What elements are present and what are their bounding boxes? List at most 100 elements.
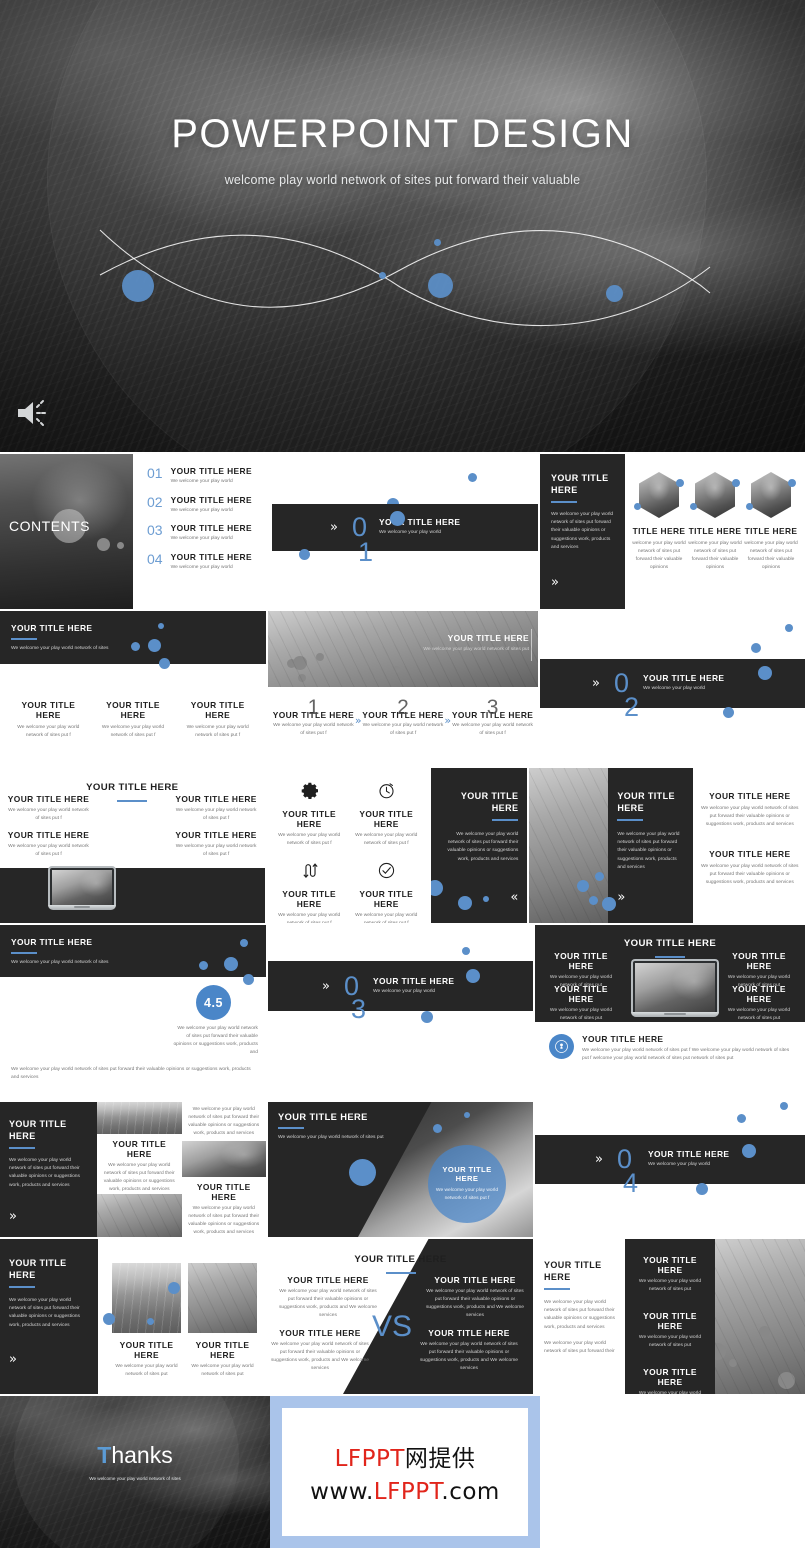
vs-left-item[interactable]: YOUR TITLE HERE We welcome your play wor… bbox=[270, 1328, 370, 1373]
step-body: We welcome your play world network of si… bbox=[273, 723, 354, 737]
laptop-dark-item[interactable]: YOUR TITLE HERE We welcome your play wor… bbox=[719, 984, 799, 1023]
contents-item[interactable]: 02 YOUR TITLE HERE We welcome your play … bbox=[147, 495, 262, 515]
item-body: We welcome your play world network of si… bbox=[175, 844, 257, 858]
step-item[interactable]: 1 YOUR TITLE HERE We welcome your play w… bbox=[272, 697, 355, 738]
section-band: » 0 YOUR TITLE HERE We welcome your play… bbox=[268, 961, 533, 1011]
team-member-name: TITLE HERE bbox=[688, 526, 742, 536]
profile-row[interactable]: YOUR TITLE HERE We welcome your play wor… bbox=[535, 1022, 805, 1063]
contents-label: CONTENTS bbox=[9, 518, 90, 534]
three-column-slide: YOUR TITLE HERE We welcome your play wor… bbox=[0, 611, 266, 766]
icon-item[interactable]: YOUR TITLE HERE We welcome your play wor… bbox=[271, 782, 348, 848]
photo-card-image bbox=[188, 1263, 257, 1333]
vs-right-item[interactable]: YOUR TITLE HERE We welcome your play wor… bbox=[419, 1328, 519, 1373]
team-member[interactable]: TITLE HERE welcome your play world netwo… bbox=[744, 472, 798, 609]
hero-slide: POWERPOINT DESIGN welcome play world net… bbox=[0, 0, 805, 452]
gallery-card[interactable]: YOUR TITLE HERE We welcome your play wor… bbox=[97, 1134, 182, 1194]
section-body: We welcome your play world bbox=[379, 530, 442, 536]
footer-row: Thanks We welcome your play world networ… bbox=[0, 1396, 805, 1548]
slide-row-7: YOUR TITLE HERE We welcome your play wor… bbox=[0, 1239, 805, 1394]
list-item[interactable]: YOUR TITLE HERE We welcome your play wor… bbox=[633, 1311, 707, 1350]
laptop-light-slide: YOUR TITLE HERE YOUR TITLE HERE We welco… bbox=[0, 768, 265, 923]
gallery-left-panel: YOUR TITLE HERE We welcome your play wor… bbox=[0, 1102, 97, 1237]
vs-left-item[interactable]: YOUR TITLE HERE We welcome your play wor… bbox=[278, 1275, 378, 1320]
rating-banner-title: YOUR TITLE HERE bbox=[11, 937, 93, 947]
accent-dot bbox=[482, 896, 489, 902]
accent-dot bbox=[287, 659, 296, 668]
accent-dot bbox=[131, 642, 140, 651]
steps-items: 1 YOUR TITLE HERE We welcome your play w… bbox=[268, 687, 538, 738]
gallery-card[interactable]: YOUR TITLE HERE We welcome your play wor… bbox=[182, 1177, 267, 1237]
chevron-right-icon: » bbox=[617, 890, 626, 905]
accent-dot bbox=[742, 1144, 756, 1158]
team-member[interactable]: TITLE HERE welcome your play world netwo… bbox=[688, 472, 742, 609]
section-title: YOUR TITLE HERE bbox=[643, 673, 725, 684]
step-item[interactable]: 3 YOUR TITLE HERE We welcome your play w… bbox=[451, 697, 534, 738]
three-col-item[interactable]: YOUR TITLE HERE We welcome your play wor… bbox=[91, 700, 176, 740]
contents-item[interactable]: 04 YOUR TITLE HERE We welcome your play … bbox=[147, 552, 262, 572]
laptop-light-item[interactable]: YOUR TITLE HERE We welcome your play wor… bbox=[174, 794, 259, 823]
icon-item[interactable]: YOUR TITLE HERE We welcome your play wor… bbox=[348, 782, 425, 848]
vs-item-body: We welcome your play world network of si… bbox=[278, 1289, 378, 1319]
contents-item[interactable]: 01 YOUR TITLE HERE We welcome your play … bbox=[147, 466, 262, 486]
list-item-body: We welcome your play world network of si… bbox=[638, 1335, 702, 1349]
section-number: 2 bbox=[624, 692, 640, 722]
laptop-light-item[interactable]: YOUR TITLE HERE We welcome your play wor… bbox=[6, 830, 91, 859]
accent-dot bbox=[349, 1159, 376, 1186]
three-col-item-body: We welcome your play world network of si… bbox=[101, 725, 165, 739]
step-item[interactable]: 2 YOUR TITLE HERE We welcome your play w… bbox=[362, 697, 445, 738]
team-member-body: welcome your play world network of sites… bbox=[744, 541, 798, 571]
slide-row-6: YOUR TITLE HERE We welcome your play wor… bbox=[0, 1102, 805, 1237]
three-col-item[interactable]: YOUR TITLE HERE We welcome your play wor… bbox=[175, 700, 260, 740]
three-col-item[interactable]: YOUR TITLE HERE We welcome your play wor… bbox=[6, 700, 91, 740]
accent-rule bbox=[551, 501, 577, 504]
list-photo-intro: YOUR TITLE HERE We welcome your play wor… bbox=[535, 1239, 625, 1394]
rating-slide: YOUR TITLE HERE We welcome your play wor… bbox=[0, 925, 266, 1100]
accent-dot bbox=[468, 473, 477, 482]
photo-text-title: YOUR TITLE HERE bbox=[617, 791, 675, 814]
list-photo-body2: We welcome your play world network of si… bbox=[544, 1340, 615, 1354]
photo-text-panel: YOUR TITLE HERE We welcome your play wor… bbox=[608, 768, 692, 923]
contents-item[interactable]: 03 YOUR TITLE HERE We welcome your play … bbox=[147, 523, 262, 543]
accent-rule bbox=[11, 638, 37, 640]
list-item[interactable]: YOUR TITLE HERE We welcome your play wor… bbox=[633, 1255, 707, 1294]
item-body: We welcome your play world network of si… bbox=[549, 1008, 613, 1022]
chevron-right-icon: » bbox=[9, 1352, 17, 1367]
chevron-right-icon: » bbox=[551, 575, 559, 590]
three-col-banner: YOUR TITLE HERE We welcome your play wor… bbox=[0, 611, 266, 664]
two-photo-slide: YOUR TITLE HERE We welcome your play wor… bbox=[0, 1239, 266, 1394]
bubble-callout[interactable]: YOUR TITLE HERE We welcome your play wor… bbox=[428, 1145, 506, 1223]
icon-item[interactable]: YOUR TITLE HERE We welcome your play wor… bbox=[348, 848, 425, 923]
section-band: » 0 YOUR TITLE HERE We welcome your play… bbox=[272, 504, 538, 551]
accent-rule bbox=[117, 800, 148, 802]
section-number: 3 bbox=[351, 994, 367, 1024]
block-title: YOUR TITLE HERE bbox=[709, 791, 791, 801]
accent-dot bbox=[715, 1343, 726, 1360]
accent-dot bbox=[158, 623, 164, 629]
gallery-card-body: We welcome your play world network of si… bbox=[188, 1205, 260, 1235]
accent-dot bbox=[293, 656, 307, 670]
list-item[interactable]: YOUR TITLE HERE We welcome your play wor… bbox=[633, 1367, 707, 1394]
accent-dot bbox=[696, 1183, 708, 1195]
team-intro-panel: YOUR TITLE HERE We welcome your play wor… bbox=[540, 454, 625, 609]
gallery-card[interactable]: We welcome your play world network of si… bbox=[182, 1102, 267, 1138]
two-block-item[interactable]: YOUR TITLE HERE We welcome your play wor… bbox=[701, 849, 799, 887]
accent-dot bbox=[240, 939, 248, 947]
laptop-light-item[interactable]: YOUR TITLE HERE We welcome your play wor… bbox=[174, 830, 259, 859]
icon-item[interactable]: YOUR TITLE HERE We welcome your play wor… bbox=[271, 848, 348, 923]
two-block-item[interactable]: YOUR TITLE HERE We welcome your play wor… bbox=[701, 791, 799, 829]
team-member-name: TITLE HERE bbox=[744, 526, 798, 536]
dark-text-slide: YOUR TITLE HERE We welcome your play wor… bbox=[430, 768, 528, 923]
team-member[interactable]: TITLE HERE welcome your play world netwo… bbox=[632, 472, 686, 609]
thanks-body: We welcome your play world network of si… bbox=[89, 1476, 181, 1481]
two-photo-left-title: YOUR TITLE HERE bbox=[9, 1258, 67, 1281]
vs-right-item[interactable]: YOUR TITLE HERE We welcome your play wor… bbox=[425, 1275, 525, 1320]
icon-item-title: YOUR TITLE HERE bbox=[282, 809, 337, 829]
photo-card[interactable]: YOUR TITLE HERE We welcome your play wor… bbox=[188, 1263, 257, 1394]
section-body: We welcome your play world bbox=[643, 686, 706, 692]
accent-rule bbox=[655, 956, 685, 958]
rating-footer-body: We welcome your play world network of si… bbox=[11, 1066, 251, 1080]
item-title: YOUR TITLE HERE bbox=[554, 984, 608, 1004]
laptop-light-title: YOUR TITLE HERE bbox=[86, 782, 179, 793]
laptop-light-item[interactable]: YOUR TITLE HERE We welcome your play wor… bbox=[6, 794, 91, 823]
laptop-dark-item[interactable]: YOUR TITLE HERE We welcome your play wor… bbox=[541, 984, 621, 1023]
